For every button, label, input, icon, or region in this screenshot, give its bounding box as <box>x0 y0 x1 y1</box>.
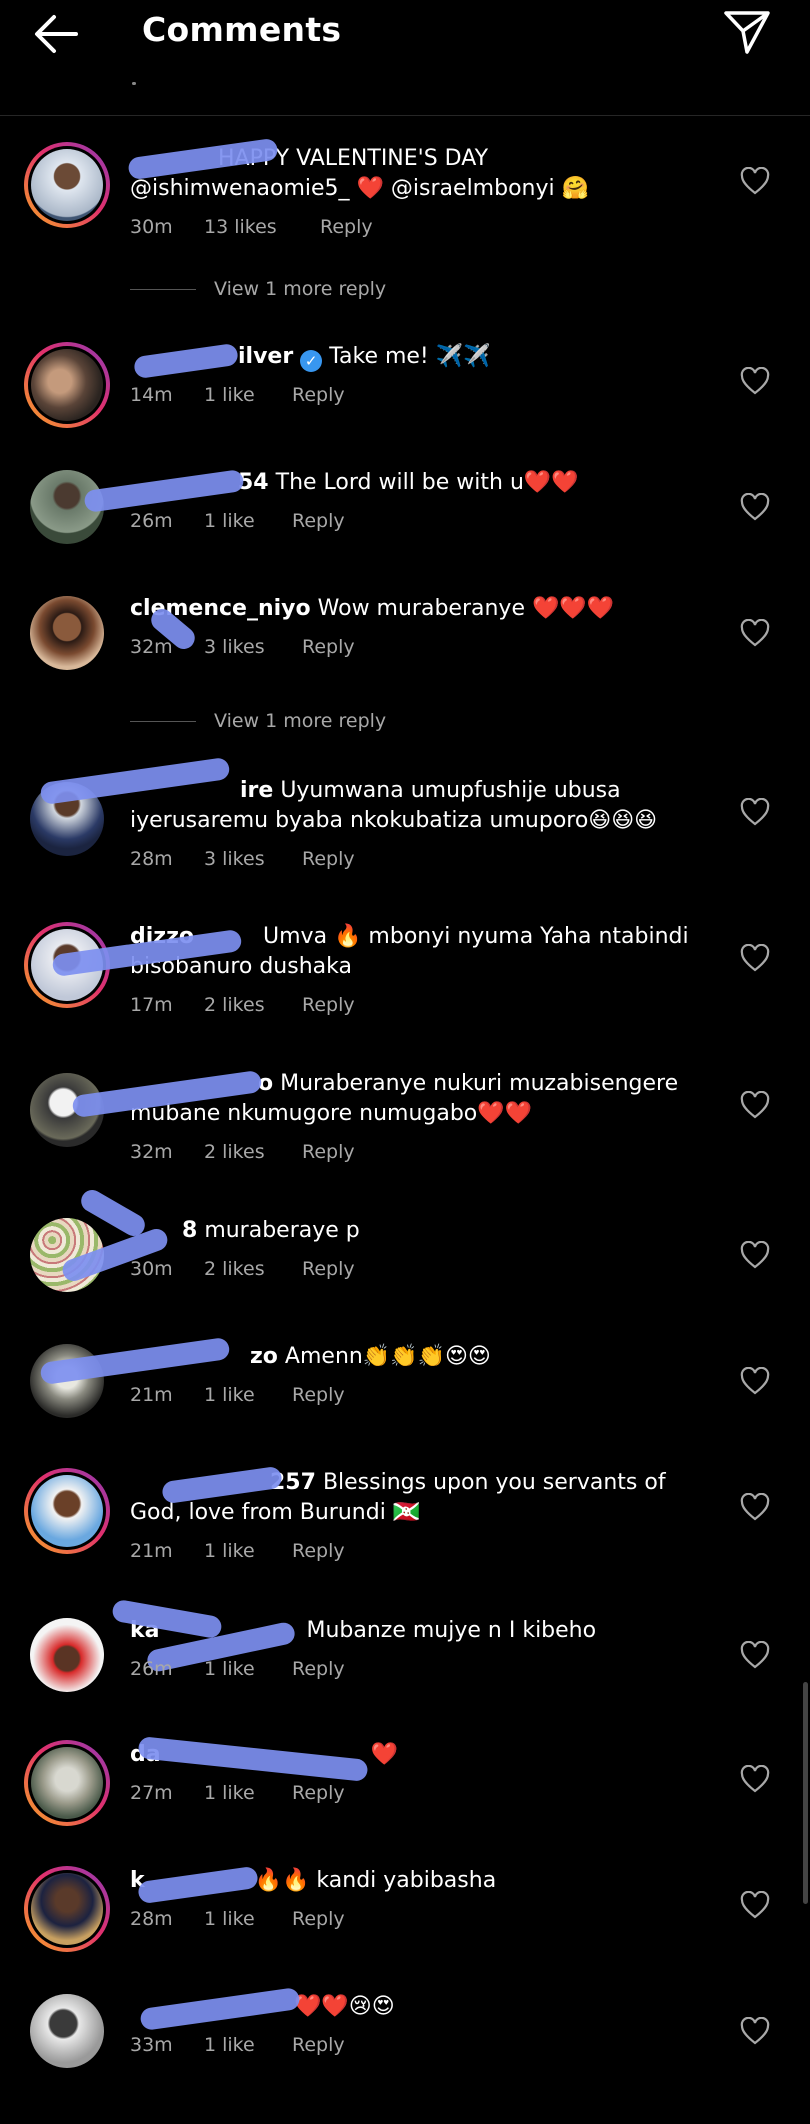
comment-time: 30m <box>130 216 173 238</box>
avatar[interactable] <box>30 1994 104 2068</box>
reply-button[interactable]: Reply <box>302 1141 355 1163</box>
reply-button[interactable]: Reply <box>292 1384 345 1406</box>
comment-meta: 26m 1 like Reply <box>130 1658 345 1680</box>
comment-time: 21m <box>130 1384 173 1406</box>
heart-icon[interactable] <box>740 1091 770 1119</box>
comment-time: 17m <box>130 994 173 1016</box>
comment-time: 27m <box>130 1782 173 1804</box>
reply-button[interactable]: Reply <box>302 848 355 870</box>
heart-icon[interactable] <box>740 1241 770 1269</box>
heart-icon[interactable] <box>740 1891 770 1919</box>
avatar[interactable] <box>30 596 104 670</box>
heart-icon[interactable] <box>740 1367 770 1395</box>
comment-meta: 30m 2 likes Reply <box>130 1258 355 1280</box>
view-more-replies-link[interactable]: View 1 more reply <box>130 278 386 300</box>
comment-meta: 21m 1 like Reply <box>130 1540 345 1562</box>
comment-time: 32m <box>130 1141 173 1163</box>
reply-button[interactable]: Reply <box>292 2034 345 2056</box>
comment-likes[interactable]: 1 like <box>204 1782 292 1804</box>
comment-likes[interactable]: 1 like <box>204 510 292 532</box>
comment-likes[interactable]: 2 likes <box>204 1258 302 1280</box>
reply-button[interactable]: Reply <box>302 994 355 1016</box>
comment-meta: 21m 1 like Reply <box>130 1384 345 1406</box>
comment-meta: 28m 1 like Reply <box>130 1908 345 1930</box>
heart-icon[interactable] <box>740 167 770 195</box>
comment-time: 32m <box>130 636 173 658</box>
avatar[interactable] <box>24 342 110 428</box>
comment-time: 33m <box>130 2034 173 2056</box>
comment-likes[interactable]: 3 likes <box>204 636 302 658</box>
comment-meta: 17m 2 likes Reply <box>130 994 355 1016</box>
avatar[interactable] <box>30 1618 104 1692</box>
reply-button[interactable]: Reply <box>292 1540 345 1562</box>
heart-icon[interactable] <box>740 619 770 647</box>
page-title: Comments <box>142 10 342 49</box>
comment-meta: 27m 1 like Reply <box>130 1782 345 1804</box>
reply-button[interactable]: Reply <box>292 1782 345 1804</box>
scroll-indicator-dot <box>132 82 136 85</box>
comment-likes[interactable]: 1 like <box>204 1540 292 1562</box>
comment-likes[interactable]: 3 likes <box>204 848 302 870</box>
comment-time: 28m <box>130 848 173 870</box>
comment-time: 14m <box>130 384 173 406</box>
comment-meta: 28m 3 likes Reply <box>130 848 355 870</box>
reply-button[interactable]: Reply <box>292 1658 345 1680</box>
reply-button[interactable]: Reply <box>292 510 345 532</box>
comment-meta: 30m 13 likes Reply <box>130 216 373 238</box>
avatar[interactable] <box>24 1866 110 1952</box>
comment-meta: 33m 1 like Reply <box>130 2034 345 2056</box>
comment-likes[interactable]: 1 like <box>204 1908 292 1930</box>
reply-button[interactable]: Reply <box>292 1908 345 1930</box>
comment-likes[interactable]: 1 like <box>204 384 292 406</box>
comment-text: clemence_niyo Wow muraberanye ❤️❤️❤️ <box>130 596 615 621</box>
heart-icon[interactable] <box>740 944 770 972</box>
comment-likes[interactable]: 1 like <box>204 2034 292 2056</box>
heart-icon[interactable] <box>740 1765 770 1793</box>
reply-button[interactable]: Reply <box>292 384 345 406</box>
view-more-replies-link[interactable]: View 1 more reply <box>130 710 386 732</box>
comment-time: 21m <box>130 1540 173 1562</box>
heart-icon[interactable] <box>740 367 770 395</box>
comment-meta: 14m 1 like Reply <box>130 384 345 406</box>
scrollbar[interactable] <box>803 1682 808 1904</box>
heart-icon[interactable] <box>740 493 770 521</box>
send-icon[interactable] <box>722 8 772 56</box>
heart-icon[interactable] <box>740 2017 770 2045</box>
comment-text: 8 muraberaye p <box>130 1216 710 1246</box>
avatar[interactable] <box>24 1468 110 1554</box>
comment-time: 26m <box>130 1658 173 1680</box>
comment-time: 26m <box>130 510 173 532</box>
comment-likes[interactable]: 13 likes <box>204 216 320 238</box>
reply-button[interactable]: Reply <box>320 216 373 238</box>
verified-badge-icon: ✓ <box>300 350 323 372</box>
heart-icon[interactable] <box>740 1641 770 1669</box>
comment-text: ire Uyumwana umupfushije ubusa iyerusare… <box>130 778 658 833</box>
comment-likes[interactable]: 1 like <box>204 1658 292 1680</box>
comment-time: 30m <box>130 1258 173 1280</box>
back-arrow-icon[interactable] <box>32 12 80 56</box>
reply-button[interactable]: Reply <box>302 636 355 658</box>
comment-meta: 32m 3 likes Reply <box>130 636 355 658</box>
reply-button[interactable]: Reply <box>302 1258 355 1280</box>
comment-meta: 32m 2 likes Reply <box>130 1141 355 1163</box>
comment-likes[interactable]: 2 likes <box>204 994 302 1016</box>
avatar[interactable] <box>24 142 110 228</box>
comment-likes[interactable]: 2 likes <box>204 1141 302 1163</box>
comment-likes[interactable]: 1 like <box>204 1384 292 1406</box>
header-bar: Comments <box>0 0 810 116</box>
heart-icon[interactable] <box>740 1493 770 1521</box>
heart-icon[interactable] <box>740 798 770 826</box>
comment-meta: 26m 1 like Reply <box>130 510 345 532</box>
avatar[interactable] <box>24 1740 110 1826</box>
comment-time: 28m <box>130 1908 173 1930</box>
